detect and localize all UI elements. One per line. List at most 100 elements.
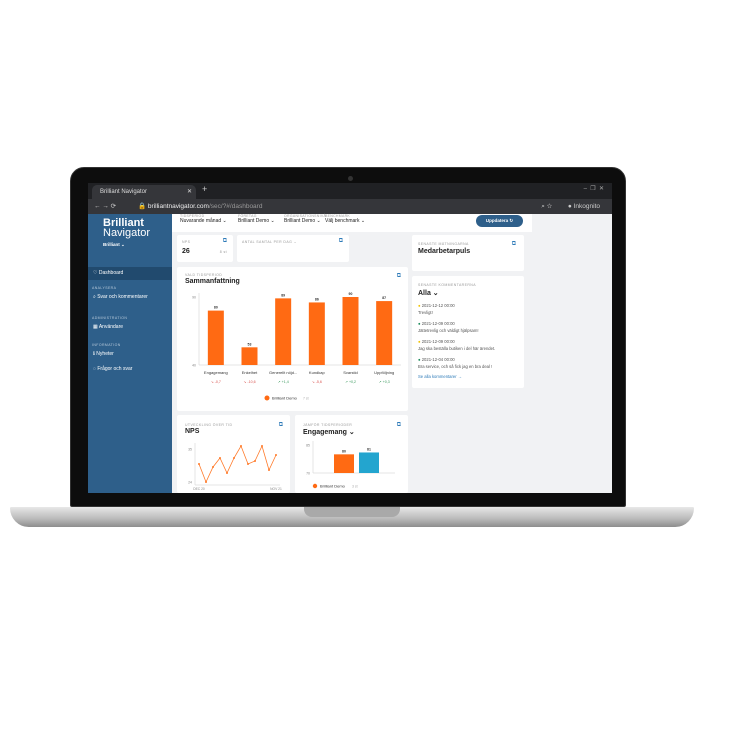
change-label: ↗ +0,2 (345, 380, 356, 384)
x-tick-label: Engagemang (204, 370, 228, 375)
tab-bar: Brilliant Navigator ✕ + – ❐ ✕ (88, 183, 612, 199)
bar (334, 454, 354, 473)
sidebar-item-svar[interactable]: ⌕ Svar och kommentarer (88, 291, 172, 304)
section-label: ADMINISTRATION (92, 316, 128, 320)
data-point (198, 463, 200, 465)
comments-card: SENASTE KOMMENTARERNA Alla ⌄ ● 2021-12-1… (412, 276, 524, 388)
y-tick-label: 35 (188, 448, 192, 452)
pulse-card: SENASTE MÄTNINGARNA Medarbetarpuls ⧉ (412, 235, 524, 271)
bar (359, 452, 379, 473)
profile-button[interactable]: ● Inkognito (568, 199, 600, 214)
sidebar-item-nyheter[interactable]: ℹ Nyheter (88, 348, 172, 361)
comment-text: Bra service, och så fick jag en bra deal… (418, 364, 493, 369)
filter-0[interactable]: TIDSPERIOD Nuvarande månad ⌄ (180, 214, 227, 224)
section-label: INFORMATION (92, 343, 121, 347)
legend-count: 3 st (352, 485, 358, 489)
bar-value-label: 86 (315, 297, 319, 301)
filter-1[interactable]: FÖRETAG Brilliant Demo ⌄ (238, 214, 275, 224)
compare-bar-chart: 70 85 80 81 Brilliant Demo 3 st (306, 441, 395, 489)
bar (207, 310, 224, 365)
url-path: /sec/?#/dashboard (208, 203, 263, 210)
nps-value: 26 (182, 248, 190, 255)
x-tick-label: Enkelhet (242, 370, 258, 375)
bar-value-label: 81 (367, 447, 371, 451)
change-label: ↘ -10,6 (243, 380, 255, 384)
card-label: SENASTE MÄTNINGARNA (418, 242, 469, 246)
filter-value: Brilliant Demo ⌄ (238, 218, 275, 224)
laptop-notch (304, 507, 400, 517)
y-tick-label: 24 (188, 481, 192, 485)
comment-text: Jag ska beställa butiken i del här ärend… (418, 346, 496, 351)
external-link-icon[interactable]: ⧉ (339, 238, 343, 245)
y-tick-label: 40 (192, 364, 196, 368)
data-point (275, 454, 277, 456)
comments-filter[interactable]: Alla ⌄ (418, 289, 439, 297)
sidebar: Brilliant Navigator Brilliant ⌄ ♡ Dashbo… (88, 214, 172, 493)
legend-label: Brilliant Demo (320, 484, 346, 489)
logo-sub: Navigator (103, 227, 151, 239)
y-tick-label: 85 (306, 444, 310, 448)
data-point (240, 445, 242, 447)
section-label: ANALYSERA (92, 286, 117, 290)
nav-buttons[interactable]: ← → ⟳ (94, 199, 116, 214)
filter-value: Välj benchmark ⌄ (325, 218, 366, 224)
camera (348, 176, 353, 181)
browser-tab[interactable]: Brilliant Navigator ✕ (92, 185, 196, 199)
data-point (205, 481, 207, 483)
data-point (226, 472, 228, 474)
data-point (212, 466, 214, 468)
bar-value-label: 87 (382, 296, 386, 300)
bar-value-label: 90 (349, 292, 353, 296)
y-tick-label: 90 (192, 296, 196, 300)
url-field[interactable]: 🔒 brilliantnavigator.com/sec/?#/dashboar… (138, 199, 262, 214)
close-icon[interactable]: ✕ (187, 185, 192, 199)
x-tick-label: Svarstid (343, 370, 357, 375)
filter-value: Brilliant Demo ⌄ (284, 218, 321, 224)
sidebar-item-dashboard[interactable]: ♡ Dashboard (88, 267, 172, 280)
comment-date: 2021-12-12 00:00 (421, 303, 455, 308)
profile-label: Inkognito (573, 203, 600, 210)
data-point (219, 457, 221, 459)
tab-title: Brilliant Navigator (100, 189, 148, 195)
sidebar-item-faq[interactable]: ◌ Frågor och svar (88, 363, 172, 376)
comment-item[interactable]: ● 2021-12-12 00:00 Trevligt! (418, 303, 455, 315)
status-dot-icon: ● (418, 303, 421, 308)
comment-item[interactable]: ● 2021-12-09 00:00 Jättetrevlig och väldi… (418, 321, 479, 333)
nps-line (198, 444, 277, 484)
status-dot-icon: ● (418, 321, 421, 326)
nps-line-chart: 24 35 DEC 20 NOV 21 (188, 443, 282, 491)
bar-value-label: 53 (248, 342, 252, 346)
search-icon[interactable]: ⌕ ☆ (541, 199, 552, 214)
filter-value: Nuvarande månad ⌄ (180, 218, 227, 224)
data-point (247, 463, 249, 465)
comment-item[interactable]: ● 2021-12-09 00:00 Jag ska beställa butik… (418, 339, 495, 351)
filter-2[interactable]: ORGANISATIONSNIVÅ Brilliant Demo ⌄ (284, 214, 326, 224)
bar-value-label: 80 (342, 449, 346, 453)
screen: Brilliant Navigator ✕ + – ❐ ✕ ← → ⟳ 🔒 bri… (88, 183, 612, 493)
card-title: Medarbetarpuls (418, 248, 471, 255)
nps-card: NPS 26 8 st ⧉ (177, 235, 233, 262)
x-tick-label: DEC 20 (193, 487, 205, 491)
compare-card: JÄMFÖR TIDSPERIODER Engagemang ⌄ ⧉ 70 85 8… (295, 415, 408, 493)
card-label[interactable]: ANTAL SAMTAL PER DAG ⌄ (242, 240, 297, 244)
summary-chart: 40 90 80 Engagemang ↘ -0,7 53 Enkelhet ↘ -10,6 8… (192, 292, 401, 401)
comment-item[interactable]: ● 2021-12-04 00:00 Bra service, och så fi… (418, 357, 492, 369)
external-link-icon[interactable]: ⧉ (512, 241, 516, 248)
comment-text: Jättetrevlig och väldigt hjälpsam! (418, 328, 479, 333)
new-tab-button[interactable]: + (202, 184, 207, 194)
sidebar-item-anvandare[interactable]: ▦ Användare (88, 321, 172, 334)
bar (241, 347, 258, 365)
data-point (268, 469, 270, 471)
legend-count: 7 st (303, 397, 309, 401)
update-button[interactable]: Uppdatera ↻ (476, 215, 523, 227)
summary-card: VALD TIDSPERIOD Sammanfattning ⧉ 40 90 80 E… (177, 267, 408, 411)
label: Svar och kommentarer (97, 294, 148, 300)
org-selector[interactable]: Brilliant ⌄ (103, 242, 125, 248)
label: Användare (98, 324, 124, 330)
window-controls[interactable]: – ❐ ✕ (584, 185, 604, 192)
external-link-icon[interactable]: ⧉ (223, 238, 227, 245)
bar (275, 298, 292, 365)
x-tick-label: Uppföljning (374, 370, 394, 375)
filter-3[interactable]: BENCHMARK Välj benchmark ⌄ (325, 214, 365, 224)
see-all-comments-link[interactable]: Se alla kommentarer → (418, 374, 462, 379)
